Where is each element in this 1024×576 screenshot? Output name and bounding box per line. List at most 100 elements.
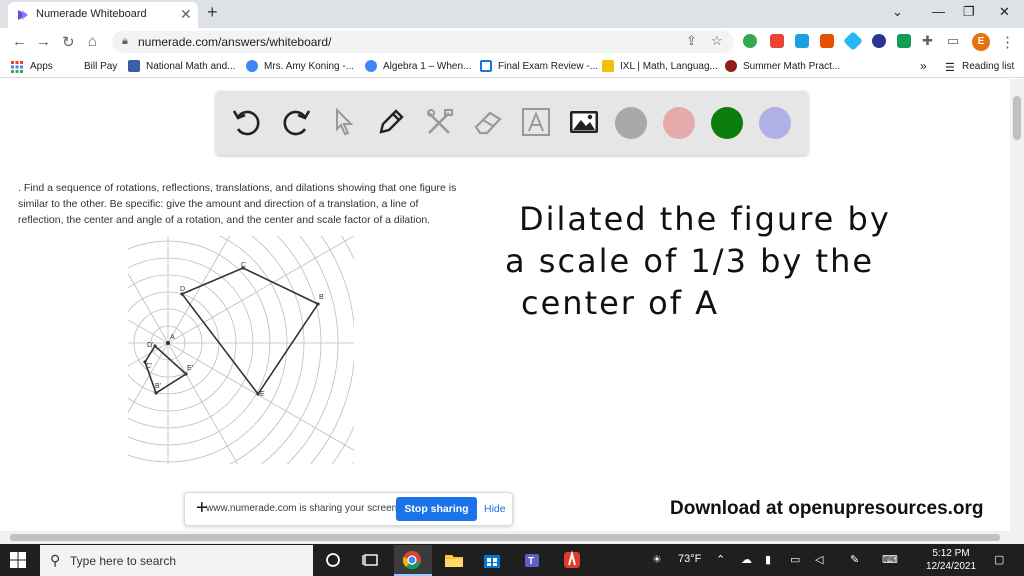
bookmark-ixl-icon [602,60,614,72]
label-a: A [170,334,175,341]
bookmark-bill-pay[interactable]: Bill Pay [84,61,117,72]
reading-list-icon[interactable]: ☰ [945,61,955,74]
bookmark-final-exam-review[interactable]: Final Exam Review -... [498,61,598,72]
cortana-icon[interactable] [322,549,344,571]
extension-classroom-icon[interactable] [897,34,911,48]
tab-title: Numerade Whiteboard [36,8,147,20]
color-swatch-green[interactable] [711,107,743,139]
crosshair-cursor-icon: + [196,497,208,519]
clock-date: 12/24/2021 [925,561,977,572]
taskbar-search-box[interactable]: ⚲ Type here to search [40,545,313,576]
undo-icon[interactable] [230,105,264,139]
bookmark-ixl[interactable]: IXL | Math, Languag... [620,61,718,72]
extension-red-icon[interactable] [770,34,784,48]
file-explorer-icon[interactable] [443,549,465,571]
clock-time: 5:12 PM [932,548,970,559]
volume-icon[interactable]: ◁ [815,553,823,566]
chrome-taskbar-button[interactable] [394,545,432,576]
new-tab-button[interactable]: + [207,2,218,23]
task-view-icon[interactable] [360,549,382,571]
minimize-button[interactable]: — [932,4,945,19]
extension-screen-icon[interactable] [795,34,809,48]
tab-close-icon[interactable]: ✕ [180,6,192,23]
onedrive-cloud-icon[interactable]: ☁ [741,553,752,566]
bookmark-algebra-globe-icon [365,60,377,72]
address-bar[interactable]: 🔒︎ numerade.com/answers/whiteboard/ [112,31,734,53]
profile-avatar[interactable]: E [972,33,990,51]
tray-chevron-icon[interactable]: ⌃ [716,553,725,566]
extensions-puzzle-icon[interactable]: ✚ [922,33,933,49]
sharing-message: www.numerade.com is sharing your screen. [206,503,400,514]
search-placeholder: Type here to search [70,554,177,568]
windows-start-icon[interactable] [10,552,26,568]
redo-icon[interactable] [279,105,313,139]
pen-icon[interactable] [374,105,408,139]
hide-button[interactable]: Hide [484,503,506,515]
extension-k-icon[interactable] [872,34,886,48]
bookmark-amy-koning[interactable]: Mrs. Amy Koning -... [264,61,354,72]
home-icon[interactable]: ⌂ [88,33,97,50]
bookmark-national-math-icon [128,60,140,72]
bookmark-final-exam-icon [480,60,492,72]
extension-orange-icon[interactable] [820,34,834,48]
bookmark-summer-math[interactable]: Summer Math Pract... [743,61,840,72]
extension-green-icon[interactable] [743,34,757,48]
label-b-prime: B' [155,383,161,390]
chrome-icon [402,551,421,570]
bookmark-apps[interactable]: Apps [30,61,53,72]
back-icon[interactable]: ← [12,33,27,50]
image-icon[interactable] [567,105,601,139]
reload-icon[interactable]: ↻ [62,33,75,51]
handwriting-line-1: Dilated the figure by [519,200,891,238]
weather-temperature[interactable]: 73°F [678,553,701,565]
reading-list-button[interactable]: Reading list [962,61,1014,72]
menu-kebab-icon[interactable]: ⋮ [1000,33,1015,51]
label-c-prime: C' [146,363,152,370]
horizontal-scroll-thumb[interactable] [10,534,1000,541]
bookmark-national-math[interactable]: National Math and... [146,61,236,72]
tools-icon[interactable] [423,105,457,139]
bookmarks-overflow-chevron[interactable]: » [920,59,927,73]
bookmark-amy-koning-icon [246,60,258,72]
text-icon[interactable] [519,105,553,139]
vertical-scrollbar[interactable] [1010,79,1024,531]
pointer-icon[interactable] [327,105,361,139]
notifications-icon[interactable]: ▢ [994,553,1004,566]
polar-grid [128,236,354,464]
svg-text:T: T [528,556,534,567]
network-icon[interactable]: ▭ [790,553,800,566]
python-app-icon[interactable] [561,549,583,571]
apps-grid-icon [11,60,23,73]
teams-icon[interactable]: T [522,549,544,571]
tab-numerade-whiteboard[interactable]: Numerade Whiteboard ✕ [8,2,198,28]
microsoft-store-icon[interactable] [481,549,503,571]
bookmark-star-icon[interactable]: ☆ [711,33,723,49]
restore-button[interactable]: ❐ [963,4,975,20]
forward-icon[interactable]: → [36,33,51,50]
vertical-scroll-thumb[interactable] [1013,96,1021,140]
handwritten-answer: Dilated the figure by a scale of 1/3 by … [505,190,945,340]
cast-icon[interactable]: ▭ [947,33,959,49]
share-icon[interactable]: ⇪ [686,33,697,49]
taskbar-clock[interactable]: 5:12 PM 12/24/2021 [920,547,982,573]
battery-icon[interactable]: ▮ [765,553,771,566]
label-e: E [260,391,265,398]
download-attribution: Download at openupresources.org [670,498,984,519]
color-swatch-lavender[interactable] [759,107,791,139]
color-swatch-pink[interactable] [663,107,695,139]
color-swatch-gray[interactable] [615,107,647,139]
search-icon: ⚲ [50,552,61,568]
pen-workspace-icon[interactable]: ✎ [850,553,859,566]
handwriting-line-2: a scale of 1/3 by the [505,242,875,280]
keyboard-icon[interactable]: ⌨ [882,553,898,566]
window-close-button[interactable]: ✕ [999,4,1010,20]
stop-sharing-button[interactable]: Stop sharing [396,497,477,521]
tab-search-icon[interactable]: ⌄ [892,4,903,20]
url-text: numerade.com/answers/whiteboard/ [138,35,332,49]
label-c: C [241,262,246,269]
label-e-prime: E' [187,365,193,372]
figure-large-quadrilateral [180,267,320,396]
eraser-icon[interactable] [471,105,505,139]
bookmark-algebra-1[interactable]: Algebra 1 – When... [383,61,471,72]
weather-sun-icon[interactable]: ☀ [652,553,662,566]
